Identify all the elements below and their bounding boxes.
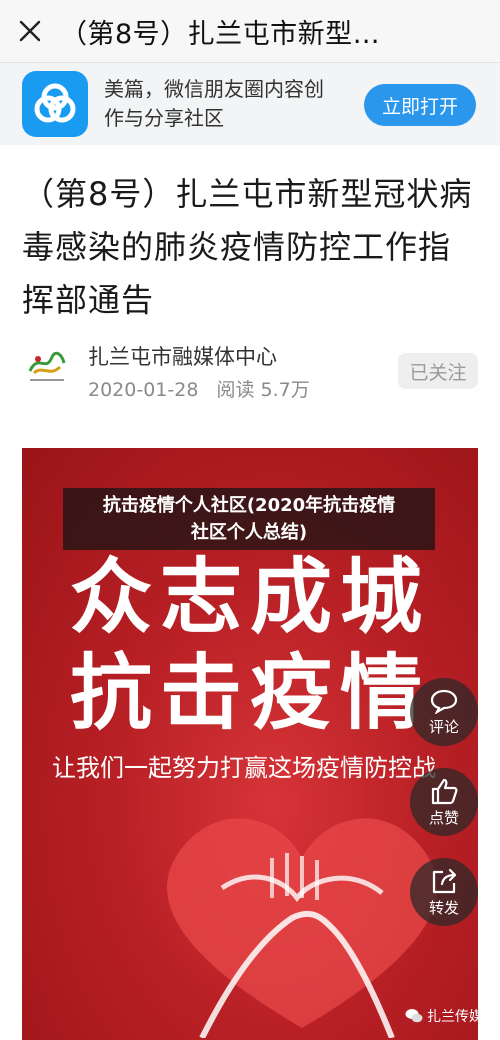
publish-date: 2020-01-28 [88,379,199,401]
meipian-logo-icon [22,71,88,137]
author-row: 扎兰屯市融媒体中心 2020-01-28 阅读 5.7万 已关注 [0,335,500,415]
comment-label: 评论 [428,717,459,736]
caption-line-2: 社区个人总结) [190,522,308,543]
nav-title: （第8号）扎兰屯市新型… [60,18,381,50]
watermark-text: 扎兰传媒 [427,1009,483,1025]
app-promo-banner[interactable]: 美篇，微信朋友圈内容创 作与分享社区 立即打开 [0,63,500,145]
image-caption-overlay: 抗击疫情个人社区(2020年抗击疫情 社区个人总结) [63,488,435,550]
close-button[interactable] [0,0,60,62]
like-label: 点赞 [428,808,459,827]
open-app-button[interactable]: 立即打开 [364,84,476,126]
article-title: （第8号）扎兰屯市新型冠状病毒感染的肺炎疫情防控工作指挥部通告 [22,175,473,319]
poster-slogan: 让我们一起努力打赢这场疫情防控战 [52,754,436,782]
like-button[interactable]: 点赞 [410,768,478,836]
caption-line-1: 抗击疫情个人社区(2020年抗击疫情 [102,495,396,516]
wechat-icon [405,1009,423,1023]
share-button[interactable]: 转发 [410,858,478,926]
banner-description: 美篇，微信朋友圈内容创 作与分享社区 [104,75,354,133]
read-count: 阅读 5.7万 [216,379,310,401]
banner-line-2: 作与分享社区 [104,106,224,130]
thumbs-up-icon [431,778,458,804]
author-avatar[interactable] [24,343,70,389]
share-label: 转发 [428,898,459,917]
article-meta: 2020-01-28 阅读 5.7万 [88,375,322,402]
banner-line-1: 美篇，微信朋友圈内容创 [104,77,324,101]
top-nav-bar: （第8号）扎兰屯市新型… [0,0,500,63]
comment-icon [430,689,458,714]
follow-button[interactable]: 已关注 [398,353,478,389]
poster-headline-2: 抗击疫情 [69,645,430,741]
watermark: 扎兰传媒 [405,1006,483,1026]
author-name[interactable]: 扎兰屯市融媒体中心 [88,341,277,371]
share-icon [432,868,457,893]
comment-button[interactable]: 评论 [410,678,478,746]
close-icon [19,20,41,42]
